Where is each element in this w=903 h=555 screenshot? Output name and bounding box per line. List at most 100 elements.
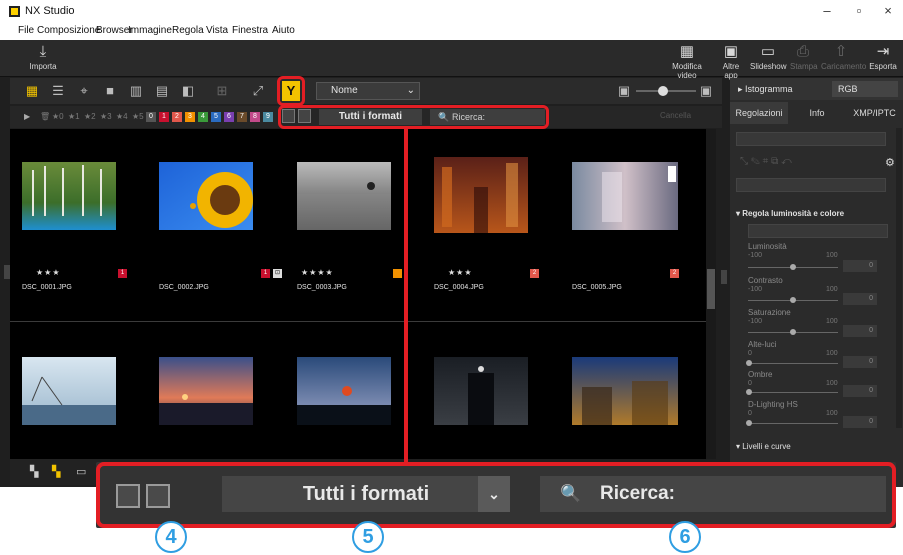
slider-knob[interactable] — [746, 389, 752, 395]
label-1[interactable]: 1 — [159, 112, 169, 122]
export-button[interactable]: ⇥ Esporta — [868, 42, 898, 71]
thumbnail-image[interactable] — [434, 157, 528, 233]
slider-value[interactable]: 0 — [843, 293, 877, 305]
fullscreen-icon[interactable]: ⤢ — [250, 83, 266, 99]
thumbnail-size-icon[interactable]: ⊞ — [214, 83, 230, 99]
thumbnail-image[interactable] — [297, 162, 391, 230]
slider-value[interactable]: 0 — [843, 385, 877, 397]
slider-value[interactable]: 0 — [843, 356, 877, 368]
other-apps-button[interactable]: ▣ Altre app — [715, 42, 747, 80]
histogram-mode-select[interactable]: RGB — [832, 81, 898, 97]
rating-0[interactable]: ★0 — [52, 112, 64, 121]
sort-select[interactable]: Nome ⌄ — [316, 82, 420, 100]
label-8[interactable]: 8 — [250, 112, 260, 122]
preset-select[interactable] — [736, 132, 886, 146]
video-edit-button[interactable]: ▦ Modifica video — [666, 42, 708, 80]
rating-1[interactable]: ★1 — [68, 112, 80, 121]
thumbnail-image[interactable] — [159, 357, 253, 425]
menu-vista[interactable]: Vista — [206, 25, 228, 36]
thumbnail-image[interactable] — [22, 357, 116, 425]
left-panel-handle[interactable] — [4, 265, 10, 279]
thumbnail-image[interactable] — [572, 357, 678, 425]
menu-aiuto[interactable]: Aiuto — [272, 25, 295, 36]
slider-knob[interactable] — [790, 329, 796, 335]
maximize-button[interactable]: ▫ — [847, 3, 871, 21]
delete-filter-icon[interactable]: 🗑 — [40, 112, 50, 121]
slider-value[interactable]: 0 — [843, 416, 877, 428]
import-button[interactable]: ⤓ Importa — [28, 42, 58, 71]
stack-icon[interactable]: ▚ — [30, 465, 38, 478]
slider-min: 0 — [748, 350, 752, 357]
slideshow-button[interactable]: ▭ Slideshow — [750, 42, 786, 71]
slider-value[interactable]: 0 — [843, 325, 877, 337]
label-7[interactable]: 7 — [237, 112, 247, 122]
rating-stars: ★★★ — [36, 268, 61, 277]
right-panel-handle[interactable] — [721, 270, 727, 284]
menu-finestra[interactable]: Finestra — [232, 25, 268, 36]
tab-info[interactable]: Info — [788, 102, 846, 124]
histogram-header[interactable]: ▸ Istogramma RGB — [730, 78, 903, 100]
zoom-out-icon[interactable]: ▣ — [616, 83, 632, 99]
print-button[interactable]: ⎙ Stampa — [790, 42, 818, 71]
label-2[interactable]: 2 — [172, 112, 182, 122]
upload-button[interactable]: ⇧ Caricamento — [821, 42, 866, 71]
thumbnail-image[interactable] — [572, 162, 678, 230]
grid-view-icon[interactable]: ▦ — [24, 83, 40, 99]
rating-5[interactable]: ★5 — [132, 112, 144, 121]
close-button[interactable]: × — [876, 3, 900, 21]
right-panel-scrollbar[interactable] — [896, 128, 902, 428]
thumbnail-image[interactable] — [22, 162, 116, 230]
minimize-button[interactable]: – — [815, 3, 839, 21]
label-4[interactable]: 4 — [198, 112, 208, 122]
thumbnail-image[interactable] — [297, 357, 391, 425]
section-levels-curves[interactable]: ▾ Livelli e curve — [736, 442, 791, 451]
menu-composizione[interactable]: Composizione — [37, 25, 100, 36]
select-icon[interactable]: ▚ — [52, 465, 60, 478]
menu-regola[interactable]: Regola — [172, 25, 204, 36]
tab-regolazioni[interactable]: Regolazioni — [730, 102, 788, 124]
label-9[interactable]: 9 — [263, 112, 273, 122]
tab-xmp-iptc[interactable]: XMP/IPTC — [846, 102, 903, 124]
slider-track[interactable] — [748, 392, 838, 393]
zoom-slider-knob[interactable] — [658, 86, 668, 96]
label-5[interactable]: 5 — [211, 112, 221, 122]
rating-3[interactable]: ★3 — [100, 112, 112, 121]
compare-view-icon[interactable]: ▤ — [154, 83, 170, 99]
single-view-icon[interactable]: ■ — [102, 83, 118, 99]
picture-control-select[interactable] — [736, 178, 886, 192]
slider-knob[interactable] — [746, 360, 752, 366]
mode-select[interactable] — [748, 224, 888, 238]
slider-knob[interactable] — [790, 297, 796, 303]
rating-2[interactable]: ★2 — [84, 112, 96, 121]
callout-number-5: 5 — [352, 521, 384, 553]
list-view-icon[interactable]: ☰ — [50, 83, 66, 99]
slider-max: 100 — [826, 380, 838, 387]
label-3[interactable]: 3 — [185, 112, 195, 122]
slider-track[interactable] — [748, 363, 838, 364]
slider-knob[interactable] — [746, 420, 752, 426]
menu-immagine[interactable]: Immagine — [128, 25, 172, 36]
info-overlay-icon[interactable]: ▭ — [76, 465, 86, 478]
label-0[interactable]: 0 — [146, 112, 156, 122]
slider-min: -100 — [748, 252, 763, 259]
slider-track[interactable] — [748, 423, 838, 424]
menu-file[interactable]: File — [18, 25, 34, 36]
map-view-icon[interactable]: ⌖ — [76, 83, 92, 99]
scrollbar-thumb[interactable] — [707, 269, 715, 309]
slider-min: 0 — [748, 380, 752, 387]
slider-value[interactable]: 0 — [843, 260, 877, 272]
gear-icon[interactable]: ⚙ — [885, 156, 895, 169]
clear-filter-button[interactable]: Cancella — [660, 111, 691, 120]
thumbnail-image[interactable] — [159, 162, 253, 230]
grid-scrollbar[interactable] — [706, 129, 716, 459]
label-6[interactable]: 6 — [224, 112, 234, 122]
adjust-tools-icons[interactable]: ⤡ ✎ ⌗ ⧉ ↶ — [740, 156, 792, 167]
thumbnail-image[interactable] — [434, 357, 528, 425]
filmstrip-view-icon[interactable]: ▥ — [128, 83, 144, 99]
section-brightness-color[interactable]: ▾ Regola luminosità e colore — [736, 209, 844, 218]
rating-4[interactable]: ★4 — [116, 112, 128, 121]
play-icon[interactable]: ▶ — [24, 112, 30, 121]
zoom-in-icon[interactable]: ▣ — [698, 83, 714, 99]
before-after-icon[interactable]: ◧ — [180, 83, 196, 99]
slider-knob[interactable] — [790, 264, 796, 270]
